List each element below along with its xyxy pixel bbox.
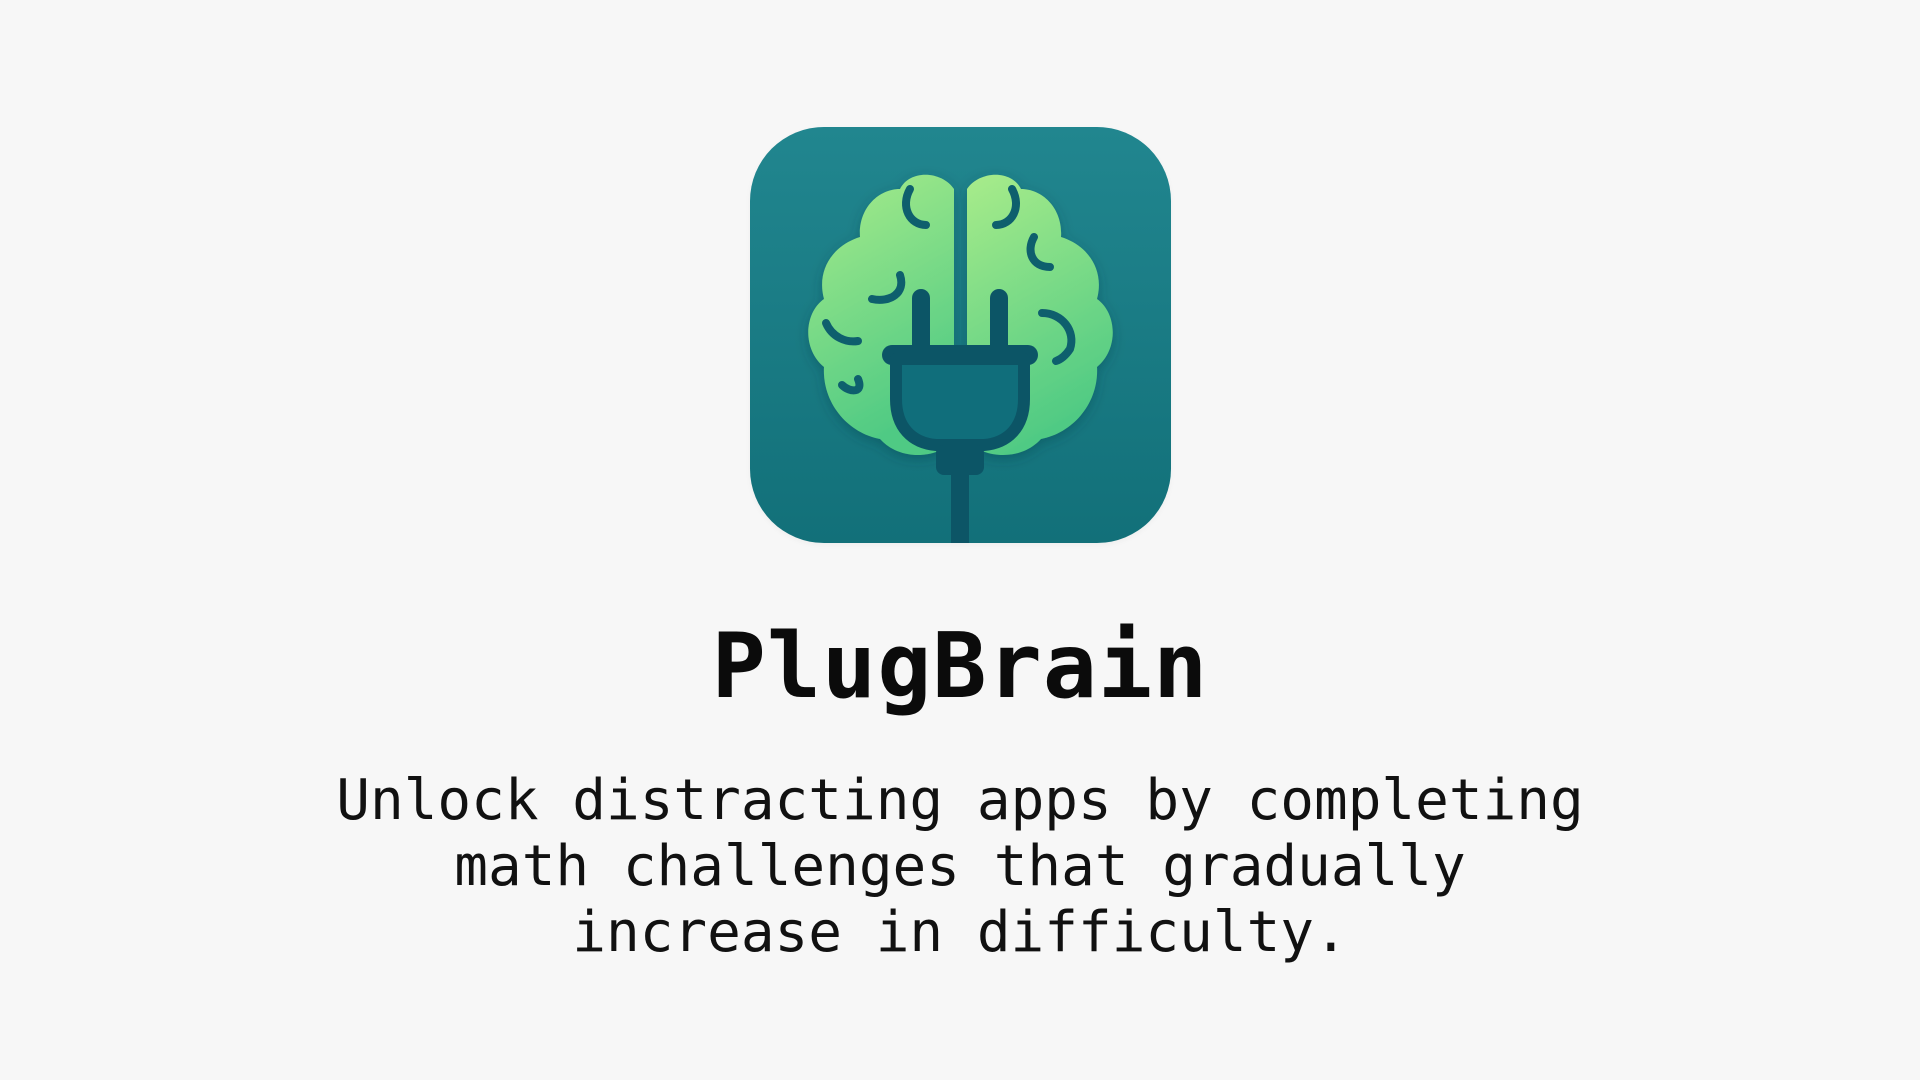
app-icon xyxy=(750,127,1171,543)
app-description: Unlock distracting apps by completing ma… xyxy=(300,768,1620,966)
brain-plug-icon xyxy=(808,174,1113,543)
description-line: increase in difficulty. xyxy=(572,900,1348,965)
description-line: Unlock distracting apps by completing xyxy=(336,768,1584,833)
app-promo-screen: PlugBrain Unlock distracting apps by com… xyxy=(0,0,1920,1080)
app-title: PlugBrain xyxy=(711,614,1209,719)
plug-body xyxy=(890,353,1030,451)
description-line: math challenges that gradually xyxy=(454,834,1466,899)
